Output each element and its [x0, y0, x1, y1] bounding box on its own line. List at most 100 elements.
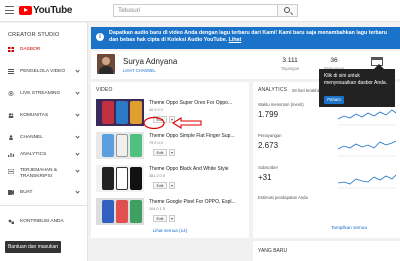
youtube-play-icon [19, 6, 32, 15]
live-icon [8, 91, 14, 96]
edit-button[interactable]: Edit [153, 182, 167, 189]
dashboard-icon [8, 47, 14, 52]
edit-button[interactable]: Edit [153, 149, 167, 156]
stat-views: 3.111 Tayangan [281, 57, 299, 71]
translate-icon [8, 169, 14, 174]
annotation-arrow-icon [143, 116, 202, 130]
edit-dropdown[interactable] [169, 215, 175, 222]
top-bar: YouTube Telusuri [0, 0, 400, 22]
metric-value: 1.799 [258, 110, 279, 119]
menu-icon[interactable] [5, 6, 14, 14]
video-meta: 42 0 0 0 [149, 108, 163, 112]
sidebar-item-channel[interactable]: CHANNEL [0, 131, 88, 145]
chevron-down-icon [75, 134, 80, 139]
show-all-analytics-link[interactable]: Tampilkan semua [253, 225, 400, 230]
chevron-down-icon [75, 168, 80, 173]
edit-button[interactable]: Edit [153, 215, 167, 222]
view-channel-link[interactable]: LIHAT CHANNEL [123, 68, 156, 73]
sidebar-title: CREATOR STUDIO [8, 32, 60, 38]
video-title[interactable]: Theme Google Pixel For OPPO, Espl... [149, 199, 246, 205]
thumb-phone [116, 167, 128, 190]
sidebar-divider [0, 205, 88, 206]
search-button[interactable] [278, 4, 298, 17]
stat-value: 3.111 [282, 57, 298, 64]
banner-link[interactable]: Lihat [229, 37, 242, 43]
thumb-phone [102, 167, 114, 190]
video-title[interactable]: Theme Oppo Super Oreo For Oppo... [149, 100, 246, 106]
video-title[interactable]: Theme Oppo Black And White Style [149, 166, 246, 172]
video-thumbnail[interactable] [96, 198, 144, 225]
sidebar-item-label: ANALYTICS [20, 152, 47, 157]
stat-value: 36 [330, 57, 338, 64]
banner-message: Dapatkan audio baru di video Anda dengan… [109, 30, 387, 43]
create-icon [8, 190, 14, 195]
sidebar-item-label: KOMUNITAS [20, 113, 49, 118]
metric-value: 2.673 [258, 141, 279, 150]
thumb-phone [102, 200, 114, 223]
sidebar-item-dashboard[interactable]: DASBOR [0, 43, 88, 57]
sidebar-item-label: LIVE STREAMING [20, 91, 61, 96]
tooltip-text: Klik di sini untuk menyesuaikan dasbor A… [324, 73, 388, 86]
analytics-period: 28 hari terakhir [292, 88, 320, 93]
chevron-down-icon [75, 189, 80, 194]
got-it-button[interactable]: Paham [324, 96, 344, 104]
list-item: Theme Google Pixel For OPPO, Espl... 104… [96, 198, 246, 226]
metric-views: Penayangan 2.673 [258, 133, 338, 150]
logo-text: YouTube [33, 5, 73, 16]
video-thumbnail[interactable] [96, 99, 144, 126]
metric-value: +31 [258, 173, 272, 182]
sidebar-item-label: TERJEMAHAN & TRANSKRIPSI [20, 168, 58, 179]
sidebar-item-live-streaming[interactable]: LIVE STREAMING [0, 87, 88, 101]
search-input[interactable]: Telusuri [113, 4, 278, 17]
card-title: VIDEO [96, 87, 113, 93]
metric-label: Penayangan [258, 133, 282, 138]
thumb-phone [130, 134, 142, 157]
thumb-phone [102, 134, 114, 157]
announcement-banner: i Dapatkan audio baru di video Anda deng… [91, 27, 400, 49]
banner-text: Dapatkan audio baru di video Anda dengan… [109, 30, 389, 44]
edit-dropdown[interactable] [169, 182, 175, 189]
channel-icon [9, 135, 13, 140]
thumb-phone [130, 200, 142, 223]
video-manager-icon [8, 69, 14, 74]
list-item: Theme Oppo Black And White Style 381 2 0… [96, 165, 246, 193]
stat-caption: Tayangan [281, 66, 300, 71]
analytics-icon [8, 153, 14, 157]
video-card: VIDEO Theme Oppo Super Oreo For Oppo... … [91, 82, 249, 238]
video-meta: 381 2 0 0 [149, 174, 165, 178]
sidebar: CREATOR STUDIO DASBOR PENGELOLA VIDEO LI… [0, 23, 88, 261]
metric-subscribers: Subscriber +31 [258, 165, 338, 182]
metric-revenue: Estimasi pendapatan Anda [258, 195, 338, 203]
edit-dropdown[interactable] [169, 149, 175, 156]
contributions-icon [8, 219, 14, 224]
help-feedback-button[interactable]: Bantuan dan masukan [5, 241, 61, 253]
thumb-phone [116, 200, 128, 223]
avatar[interactable] [97, 54, 115, 74]
sidebar-item-translations[interactable]: TERJEMAHAN & TRANSKRIPSI [0, 165, 88, 181]
video-title[interactable]: Theme Oppo Simple Flat Finger Sup... [149, 133, 246, 139]
sidebar-item-analytics[interactable]: ANALYTICS [0, 148, 88, 162]
whats-new-card: YANG BARU [253, 241, 400, 261]
see-all-videos-link[interactable]: Lihat semua (14) [91, 228, 249, 233]
chevron-down-icon [75, 112, 80, 117]
sidebar-item-community[interactable]: KOMUNITAS [0, 109, 88, 123]
video-thumbnail[interactable] [96, 165, 144, 192]
sidebar-item-contributions[interactable]: KONTRIBUSI ANDA [0, 215, 88, 229]
channel-name: Surya Adnyana [123, 57, 178, 66]
thumb-phone [130, 101, 142, 124]
chevron-down-icon [75, 68, 80, 73]
sidebar-item-create[interactable]: BUAT [0, 186, 88, 200]
watch-time-sparkline [338, 109, 396, 126]
metric-label: Subscriber [258, 165, 279, 170]
thumb-phone [116, 101, 128, 124]
list-item: Theme Oppo Simple Flat Finger Sup... 79 … [96, 132, 246, 160]
subscribers-sparkline [338, 174, 396, 189]
info-icon: i [96, 33, 104, 41]
views-sparkline [338, 140, 396, 157]
chevron-down-icon [75, 151, 80, 156]
community-icon [8, 113, 14, 118]
sidebar-item-video-manager[interactable]: PENGELOLA VIDEO [0, 65, 88, 79]
video-thumbnail[interactable] [96, 132, 144, 159]
youtube-logo[interactable]: YouTube [19, 5, 73, 16]
metric-label: Estimasi pendapatan Anda [258, 195, 308, 200]
